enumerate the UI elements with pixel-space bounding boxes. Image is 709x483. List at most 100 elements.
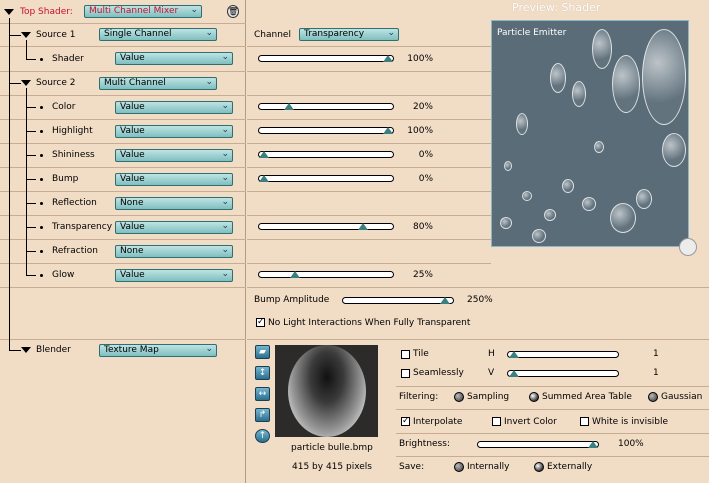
slider-thumb[interactable] — [358, 223, 369, 230]
bubble — [532, 229, 546, 243]
channel-dropdown-transparency[interactable]: Value ⌄ — [115, 221, 233, 234]
white-invisible-checkbox[interactable] — [580, 417, 589, 426]
expand-triangle-icon[interactable] — [21, 32, 31, 38]
panel-separator — [396, 409, 709, 410]
chevron-down-icon: ⌄ — [221, 221, 229, 231]
no-light-checkbox[interactable]: ✓ — [256, 318, 265, 327]
value-slider-shader[interactable] — [258, 55, 394, 62]
h-value: 1 — [653, 349, 659, 359]
channel-dropdown[interactable]: Transparency ⌄ — [299, 28, 399, 41]
channel-dropdown-bump[interactable]: Value ⌄ — [115, 173, 233, 186]
preview-title: Preview: Shader — [512, 1, 601, 14]
bubble — [610, 203, 636, 233]
seamlessly-label: Seamlessly — [413, 368, 464, 378]
expand-triangle-icon[interactable] — [21, 80, 31, 86]
shader-dropdown[interactable]: Value ⌄ — [115, 52, 233, 65]
panel-separator — [247, 167, 491, 168]
chevron-down-icon: ⌄ — [221, 149, 229, 159]
save-option-internally: Internally — [467, 462, 510, 472]
value-slider-glow[interactable] — [258, 271, 394, 278]
slider-thumb[interactable] — [290, 271, 300, 278]
filtering-label: Filtering: — [399, 392, 439, 402]
panel-separator — [247, 287, 709, 288]
slider-thumb[interactable] — [283, 103, 294, 110]
save-option-externally: Externally — [547, 462, 593, 472]
channel-dropdown-glow[interactable]: Value ⌄ — [115, 269, 233, 282]
arrow-up-icon[interactable]: ↑ — [255, 429, 270, 443]
tree-separator — [0, 167, 246, 168]
bump-amplitude-value: 250% — [467, 295, 493, 305]
bump-amplitude-slider[interactable] — [342, 297, 454, 304]
folder-open-icon[interactable]: ▰ — [255, 345, 270, 359]
preview-resize-handle[interactable] — [679, 238, 697, 256]
source2-dropdown[interactable]: Multi Channel ⌄ — [99, 77, 217, 90]
filter-radio-summed-area[interactable] — [529, 392, 539, 402]
top-shader-dropdown[interactable]: Multi Channel Mixer ⌄ — [84, 5, 202, 18]
value-slider-highlight[interactable] — [258, 127, 394, 134]
filter-radio-gaussian[interactable] — [648, 392, 658, 402]
chevron-down-icon: ⌄ — [221, 173, 229, 183]
seamlessly-checkbox[interactable] — [401, 369, 410, 378]
channel-dropdown-reflection[interactable]: None ⌄ — [115, 197, 233, 210]
panel-separator — [247, 215, 491, 216]
no-light-label: No Light Interactions When Fully Transpa… — [268, 318, 471, 328]
slider-thumb[interactable] — [509, 351, 519, 358]
source1-dropdown[interactable]: Single Channel ⌄ — [99, 28, 217, 41]
channel-dropdown-refraction[interactable]: None ⌄ — [115, 245, 233, 258]
white-invisible-label: White is invisible — [592, 417, 669, 427]
tree-separator — [0, 23, 246, 24]
slider-thumb[interactable] — [383, 55, 393, 62]
slider-thumb[interactable] — [588, 441, 598, 448]
slider-value: 80% — [412, 222, 433, 232]
slider-thumb[interactable] — [440, 297, 450, 304]
tree-connector — [26, 227, 36, 228]
slider-thumb[interactable] — [383, 127, 393, 134]
brightness-slider[interactable] — [477, 441, 599, 448]
invert-color-checkbox[interactable] — [492, 417, 501, 426]
value-slider-shininess[interactable] — [258, 151, 394, 158]
channel-dropdown-shininess[interactable]: Value ⌄ — [115, 149, 233, 162]
flip-horizontal-icon[interactable]: ↔ — [255, 387, 270, 401]
tile-checkbox[interactable] — [401, 350, 410, 359]
texture-sphere — [288, 345, 366, 437]
expand-triangle-icon[interactable] — [21, 347, 31, 353]
tree-connector — [26, 155, 36, 156]
v-slider[interactable] — [507, 370, 619, 377]
save-radio-externally[interactable] — [534, 462, 544, 472]
slider-thumb[interactable] — [509, 370, 519, 377]
filter-radio-sampling[interactable] — [454, 392, 464, 402]
bubble — [562, 179, 574, 193]
rotate-icon[interactable]: ↱ — [255, 408, 270, 422]
slider-thumb[interactable] — [259, 151, 269, 158]
channel-dropdown-color[interactable]: Value ⌄ — [115, 101, 233, 114]
slider-value: 25% — [412, 270, 433, 280]
top-shader-value: Multi Channel Mixer — [89, 6, 179, 16]
channel-value: Value — [120, 150, 145, 160]
channel-value: Value — [120, 174, 145, 184]
interpolate-checkbox[interactable]: ✓ — [401, 417, 410, 426]
channel-label-transparency: Transparency — [52, 222, 113, 232]
preview-caption: Particle Emitter — [497, 28, 567, 38]
bullet-icon — [40, 178, 43, 181]
h-slider[interactable] — [507, 351, 619, 358]
save-radio-internally[interactable] — [454, 462, 464, 472]
bubble — [550, 63, 566, 93]
expand-triangle-icon[interactable] — [4, 9, 14, 15]
tree-separator — [0, 95, 246, 96]
blender-value: Texture Map — [104, 345, 159, 355]
channel-value: Value — [120, 222, 145, 232]
chevron-down-icon: ⌄ — [221, 245, 229, 255]
value-slider-transparency[interactable] — [258, 223, 394, 230]
texture-filename: particle bulle.bmp — [291, 443, 373, 453]
slider-value: 100% — [407, 126, 433, 136]
flip-vertical-icon[interactable]: ↕ — [255, 366, 270, 380]
value-slider-color[interactable] — [258, 103, 394, 110]
blender-dropdown[interactable]: Texture Map ⌄ — [99, 344, 217, 357]
invert-color-label: Invert Color — [504, 417, 557, 427]
panel-separator — [247, 263, 491, 264]
value-slider-bump[interactable] — [258, 175, 394, 182]
trash-icon[interactable]: 🗑 — [227, 5, 239, 18]
channel-dropdown-highlight[interactable]: Value ⌄ — [115, 125, 233, 138]
slider-thumb[interactable] — [259, 175, 269, 182]
slider-value: 0% — [418, 174, 433, 184]
